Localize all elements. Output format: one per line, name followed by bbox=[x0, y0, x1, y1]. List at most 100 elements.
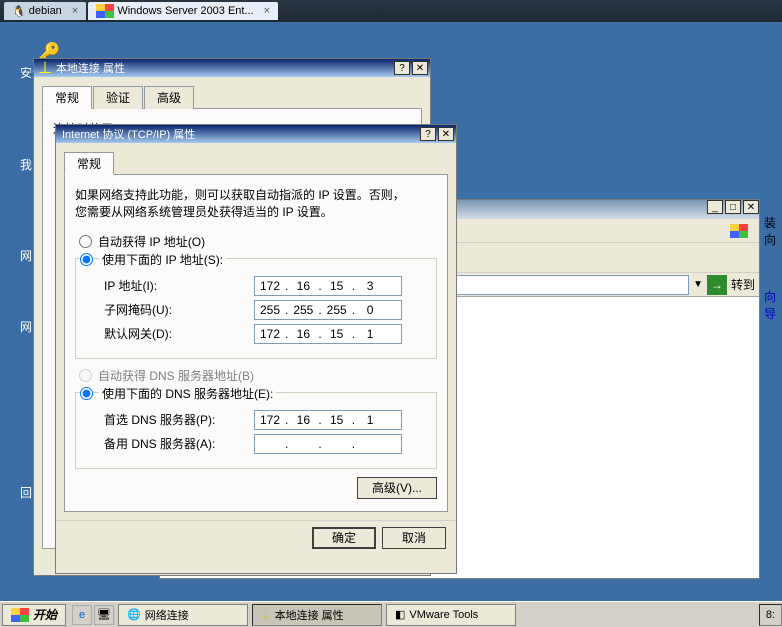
radio-static-ip[interactable]: 使用下面的 IP 地址(S): bbox=[80, 251, 426, 268]
clock[interactable]: 8: bbox=[766, 609, 775, 621]
ip-octet[interactable] bbox=[322, 327, 352, 341]
preferred-dns-input[interactable]: . . . bbox=[254, 410, 402, 430]
vm-tab-windows[interactable]: Windows Server 2003 Ent... × bbox=[88, 2, 278, 20]
radio-auto-dns: 自动获得 DNS 服务器地址(B) bbox=[79, 367, 437, 384]
ip-octet[interactable] bbox=[322, 303, 352, 317]
ip-octet[interactable] bbox=[288, 279, 318, 293]
start-button[interactable]: 开始 bbox=[2, 604, 66, 626]
radio-input[interactable] bbox=[80, 387, 93, 400]
titlebar[interactable]: Internet 协议 (TCP/IP) 属性 ? ✕ bbox=[56, 125, 456, 143]
windows-logo-icon bbox=[727, 222, 751, 240]
radio-static-dns[interactable]: 使用下面的 DNS 服务器地址(E): bbox=[80, 385, 426, 402]
gateway-input[interactable]: . . . bbox=[254, 324, 402, 344]
close-icon[interactable]: × bbox=[72, 5, 78, 17]
radio-label: 使用下面的 IP 地址(S): bbox=[99, 251, 226, 268]
taskbar-local-conn[interactable]: ⊥ 本地连接 属性 bbox=[252, 604, 382, 626]
ip-octet[interactable] bbox=[288, 303, 318, 317]
cancel-button[interactable]: 取消 bbox=[382, 527, 446, 549]
radio-input[interactable] bbox=[80, 253, 93, 266]
ip-octet[interactable] bbox=[255, 303, 285, 317]
ip-octet[interactable] bbox=[255, 437, 285, 451]
ip-octet[interactable] bbox=[322, 279, 352, 293]
wizard-text: 装向 bbox=[764, 214, 782, 248]
ip-octet[interactable] bbox=[255, 413, 285, 427]
truncated-label: 网 bbox=[20, 318, 32, 335]
window-title: 本地连接 属性 bbox=[52, 60, 392, 76]
radio-input[interactable] bbox=[79, 235, 92, 248]
gateway-label: 默认网关(D): bbox=[104, 325, 254, 342]
mask-row: 子网掩码(U): . . . bbox=[104, 300, 426, 320]
task-label: 网络连接 bbox=[145, 607, 189, 623]
ip-octet[interactable] bbox=[322, 437, 352, 451]
close-button[interactable]: ✕ bbox=[412, 61, 428, 75]
window-icon: ⊥ bbox=[38, 58, 52, 78]
radio-input bbox=[79, 369, 92, 382]
minimize-button[interactable]: _ bbox=[707, 200, 723, 214]
description-text: 如果网络支持此功能，则可以获取自动指派的 IP 设置。否则， 您需要从网络系统管… bbox=[75, 187, 437, 221]
ok-button[interactable]: 确定 bbox=[312, 527, 376, 549]
radio-label: 自动获得 IP 地址(O) bbox=[98, 233, 205, 250]
network-icon: 🌐 bbox=[127, 608, 141, 621]
dns1-row: 首选 DNS 服务器(P): . . . bbox=[104, 410, 426, 430]
ip-row: IP 地址(I): . . . bbox=[104, 276, 426, 296]
alternate-dns-input[interactable]: . . . bbox=[254, 434, 402, 454]
static-ip-group: 使用下面的 IP 地址(S): IP 地址(I): . . . 子网掩码(U):… bbox=[75, 258, 437, 359]
dns2-label: 备用 DNS 服务器(A): bbox=[104, 435, 254, 452]
taskbar: 开始 e 🖥 🌐 网络连接 ⊥ 本地连接 属性 ◧ VMware Tools 8… bbox=[0, 601, 782, 627]
radio-auto-ip[interactable]: 自动获得 IP 地址(O) bbox=[79, 233, 437, 250]
dns1-label: 首选 DNS 服务器(P): bbox=[104, 411, 254, 428]
vm-tab-label: Windows Server 2003 Ent... bbox=[117, 5, 253, 17]
radio-label: 使用下面的 DNS 服务器地址(E): bbox=[99, 385, 276, 402]
ip-octet[interactable] bbox=[355, 413, 385, 427]
ip-octet[interactable] bbox=[322, 413, 352, 427]
tab-general[interactable]: 常规 bbox=[64, 152, 114, 175]
static-dns-group: 使用下面的 DNS 服务器地址(E): 首选 DNS 服务器(P): . . .… bbox=[75, 392, 437, 469]
ip-octet[interactable] bbox=[288, 437, 318, 451]
close-icon[interactable]: × bbox=[264, 5, 270, 17]
titlebar[interactable]: ⊥ 本地连接 属性 ? ✕ bbox=[34, 59, 430, 77]
vm-host-tabs: 🐧 debian × Windows Server 2003 Ent... × bbox=[0, 0, 782, 22]
dialog-title: Internet 协议 (TCP/IP) 属性 bbox=[58, 126, 418, 142]
start-label: 开始 bbox=[33, 606, 57, 623]
truncated-label: 网 bbox=[20, 247, 32, 264]
maximize-button[interactable]: □ bbox=[725, 200, 741, 214]
task-label: VMware Tools bbox=[409, 609, 478, 621]
taskbar-netconn[interactable]: 🌐 网络连接 bbox=[118, 604, 248, 626]
close-button[interactable]: ✕ bbox=[743, 200, 759, 214]
ip-octet[interactable] bbox=[255, 327, 285, 341]
tcpip-properties-dialog: Internet 协议 (TCP/IP) 属性 ? ✕ 常规 如果网络支持此功能… bbox=[55, 124, 457, 574]
ip-octet[interactable] bbox=[288, 413, 318, 427]
subnet-mask-input[interactable]: . . . bbox=[254, 300, 402, 320]
go-button[interactable]: → bbox=[707, 275, 727, 295]
taskbar-vmware[interactable]: ◧ VMware Tools bbox=[386, 604, 516, 626]
tab-general[interactable]: 常规 bbox=[42, 86, 92, 109]
tab-auth[interactable]: 验证 bbox=[93, 86, 143, 109]
truncated-label: 我 bbox=[20, 156, 32, 173]
linux-icon: 🐧 bbox=[12, 5, 26, 18]
vm-tab-debian[interactable]: 🐧 debian × bbox=[4, 2, 86, 20]
connection-icon: ⊥ bbox=[261, 608, 271, 621]
ip-octet[interactable] bbox=[355, 437, 385, 451]
ip-address-input[interactable]: . . . bbox=[254, 276, 402, 296]
dns2-row: 备用 DNS 服务器(A): . . . bbox=[104, 434, 426, 454]
windows-icon bbox=[11, 608, 29, 622]
radio-label: 自动获得 DNS 服务器地址(B) bbox=[98, 367, 254, 384]
ip-octet[interactable] bbox=[355, 327, 385, 341]
help-button[interactable]: ? bbox=[420, 127, 436, 141]
wizard-text: 向导 bbox=[764, 288, 782, 322]
help-button[interactable]: ? bbox=[394, 61, 410, 75]
advanced-button[interactable]: 高级(V)... bbox=[357, 477, 437, 499]
system-tray: 8: bbox=[759, 604, 782, 626]
ip-octet[interactable] bbox=[355, 279, 385, 293]
tab-advanced[interactable]: 高级 bbox=[144, 86, 194, 109]
ip-octet[interactable] bbox=[288, 327, 318, 341]
ie-icon[interactable]: e bbox=[72, 605, 92, 625]
ip-octet[interactable] bbox=[355, 303, 385, 317]
close-button[interactable]: ✕ bbox=[438, 127, 454, 141]
go-label: 转到 bbox=[731, 276, 755, 293]
desktop-icon[interactable]: 🖥 bbox=[94, 605, 114, 625]
dropdown-icon[interactable]: ▼ bbox=[693, 279, 703, 290]
tabs: 常规 bbox=[64, 151, 448, 175]
mask-label: 子网掩码(U): bbox=[104, 301, 254, 318]
ip-octet[interactable] bbox=[255, 279, 285, 293]
